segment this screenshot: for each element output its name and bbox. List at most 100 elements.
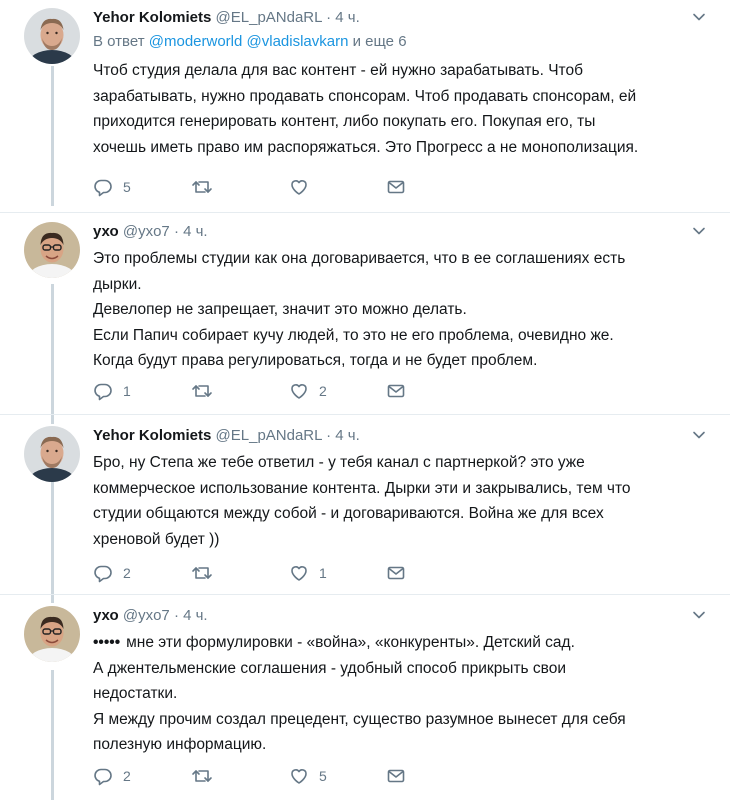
- tweet-text-line: коммерческое использование контента. Дыр…: [93, 479, 631, 497]
- retweet-button[interactable]: [191, 176, 223, 198]
- reply-button[interactable]: 1: [93, 380, 131, 402]
- separator-dot: ·: [173, 607, 179, 624]
- separator-dot: ·: [326, 9, 332, 26]
- reply-icon: [94, 179, 112, 197]
- tweet-text-line: хочешь иметь право им распоряжаться. Это…: [93, 138, 639, 156]
- like-button[interactable]: 1: [289, 562, 327, 584]
- envelope-icon: [387, 180, 405, 194]
- tweet-text-line: Когда будут права регулироваться, тогда …: [93, 352, 538, 369]
- tweet-header: Yehor Kolomiets @EL_pANdaRL · 4 ч.: [93, 426, 693, 448]
- author-name[interactable]: Yehor Kolomiets: [93, 9, 211, 26]
- tweet-text: ••••• мне эти формулировки - «война», «ко…: [93, 630, 693, 758]
- reply-count: 5: [123, 179, 131, 195]
- like-button[interactable]: 2: [289, 380, 327, 402]
- author-handle[interactable]: @yxo7: [123, 607, 170, 624]
- author-name[interactable]: Yehor Kolomiets: [93, 427, 211, 444]
- like-button[interactable]: [289, 176, 319, 198]
- reply-button[interactable]: 5: [93, 176, 131, 198]
- reply-context: В ответ @moderworld @vladislavkarn и еще…: [93, 32, 693, 52]
- tweet-text: Это проблемы студии как она договаривает…: [93, 246, 693, 374]
- avatar[interactable]: [24, 8, 80, 64]
- tweet-header: ухо @yxo7 · 4 ч.: [93, 222, 693, 244]
- tweet[interactable]: ухо @yxo7 · 4 ч. ••••• мне эти формулиров…: [0, 606, 730, 800]
- author-name[interactable]: ухо: [93, 223, 119, 240]
- envelope-icon: [387, 566, 405, 580]
- reply-button[interactable]: 2: [93, 765, 131, 787]
- reply-count: 1: [123, 383, 131, 399]
- retweet-button[interactable]: [191, 765, 223, 787]
- tweet-text-line: ••••• мне эти формулировки - «война», «ко…: [93, 630, 693, 656]
- retweet-button[interactable]: [191, 562, 223, 584]
- direct-message-button[interactable]: [386, 765, 406, 787]
- chevron-down-icon[interactable]: [692, 608, 706, 622]
- heart-icon: [291, 180, 307, 195]
- avatar[interactable]: [24, 606, 80, 662]
- retweet-icon: [192, 567, 212, 579]
- tweet-text-line: Это проблемы студии как она договаривает…: [93, 250, 626, 267]
- tweet-text: Бро, ну Степа же тебе ответил - у тебя к…: [93, 450, 693, 552]
- envelope-icon: [387, 769, 405, 783]
- tweet[interactable]: ухо @yxo7 · 4 ч. Это проблемы студии как…: [0, 222, 730, 412]
- tweet-text-line: Чтоб студия делала для вас контент - ей …: [93, 62, 583, 79]
- reply-suffix[interactable]: и еще 6: [353, 33, 407, 50]
- mention-link[interactable]: @vladislavkarn: [247, 33, 349, 50]
- reply-icon: [94, 565, 112, 583]
- direct-message-button[interactable]: [386, 380, 406, 402]
- like-count: 5: [319, 768, 327, 784]
- like-button[interactable]: 5: [289, 765, 327, 787]
- author-handle[interactable]: @EL_pANdaRL: [216, 9, 322, 26]
- tweet-text-line: приходится генерировать контент, либо по…: [93, 113, 596, 130]
- author-handle[interactable]: @yxo7: [123, 223, 170, 240]
- avatar[interactable]: [24, 426, 80, 482]
- direct-message-button[interactable]: [386, 562, 406, 584]
- avatar-photo: [24, 8, 80, 64]
- timestamp[interactable]: 4 ч.: [335, 427, 360, 444]
- timestamp[interactable]: 4 ч.: [183, 223, 208, 240]
- tweet-actions: 2 1: [93, 562, 423, 584]
- mention-link[interactable]: @moderworld: [149, 33, 243, 50]
- retweet-button[interactable]: [191, 380, 223, 402]
- heart-icon: [291, 566, 307, 581]
- tweet-text-line: дырки.: [93, 275, 142, 293]
- separator-dot: ·: [326, 427, 332, 444]
- heart-icon: [291, 384, 307, 399]
- heart-icon: [291, 769, 307, 784]
- tweet-text-line: Девелопер не запрещает, значит это можно…: [93, 301, 467, 318]
- chevron-down-icon[interactable]: [692, 428, 706, 442]
- tweet-divider: [0, 212, 730, 213]
- retweet-icon: [192, 181, 212, 193]
- tweet-text: Чтоб студия делала для вас контент - ей …: [93, 58, 693, 160]
- chevron-down-icon[interactable]: [692, 10, 706, 24]
- tweet-text-fragment: мне эти формулировки - «война», «конкуре…: [126, 634, 575, 651]
- tweet[interactable]: Yehor Kolomiets @EL_pANdaRL · 4 ч. Бро, …: [0, 426, 730, 591]
- tweet-text-line: Я между прочим создал прецедент, существ…: [93, 710, 626, 728]
- author-name[interactable]: ухо: [93, 607, 119, 624]
- redacted-text: •••••: [93, 634, 121, 651]
- tweet[interactable]: Yehor Kolomiets @EL_pANdaRL · 4 ч. В отв…: [0, 8, 730, 208]
- reply-prefix: В ответ: [93, 33, 145, 50]
- tweet-divider: [0, 594, 730, 595]
- avatar-photo: [24, 606, 80, 662]
- reply-button[interactable]: 2: [93, 562, 131, 584]
- like-count: 1: [319, 565, 327, 581]
- tweet-text-line: недостатки.: [93, 685, 178, 702]
- avatar[interactable]: [24, 222, 80, 278]
- reply-count: 2: [123, 768, 131, 784]
- timestamp[interactable]: 4 ч.: [335, 9, 360, 26]
- tweet-text-line: полезную информацию.: [93, 736, 267, 753]
- separator-dot: ·: [173, 223, 179, 240]
- tweet-divider: [0, 414, 730, 415]
- envelope-icon: [387, 384, 405, 398]
- tweet-text-line: студии общаются между собой - и договари…: [93, 505, 604, 522]
- author-handle[interactable]: @EL_pANdaRL: [216, 427, 322, 444]
- retweet-icon: [192, 770, 212, 782]
- tweet-text-line: А джентельменские соглашения - удобный с…: [93, 659, 567, 677]
- tweet-actions: 5: [93, 176, 423, 198]
- chevron-down-icon[interactable]: [692, 224, 706, 238]
- reply-icon: [94, 768, 112, 786]
- like-count: 2: [319, 383, 327, 399]
- tweet-text-line: Бро, ну Степа же тебе ответил - у тебя к…: [93, 454, 585, 471]
- reply-count: 2: [123, 565, 131, 581]
- timestamp[interactable]: 4 ч.: [183, 607, 208, 624]
- direct-message-button[interactable]: [386, 176, 406, 198]
